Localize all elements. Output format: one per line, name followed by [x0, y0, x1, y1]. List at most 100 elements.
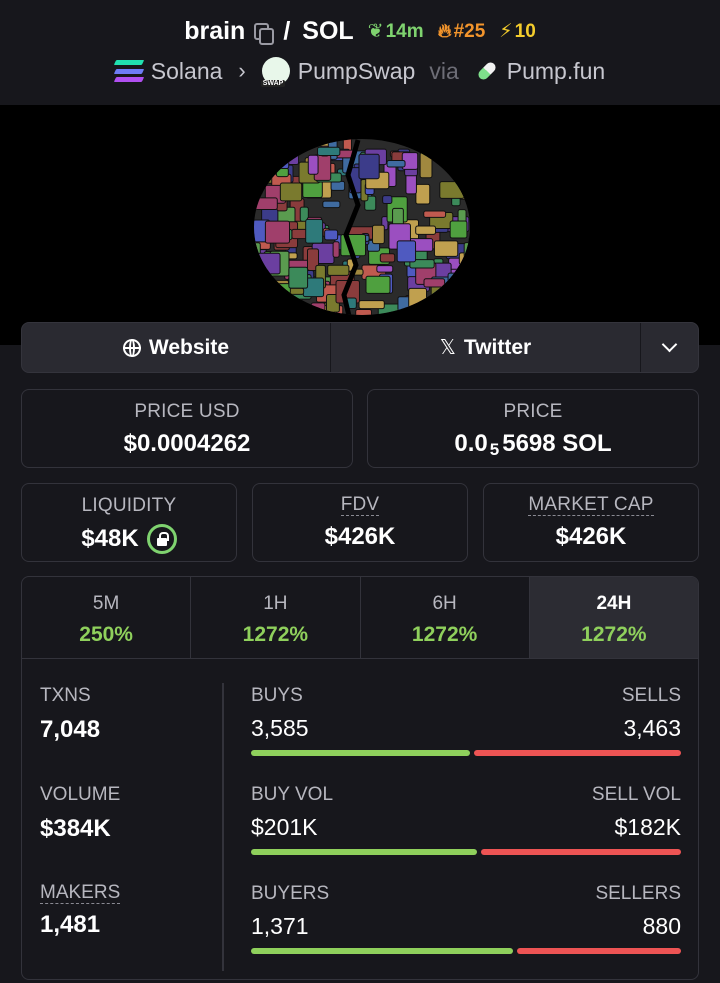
brain-mosaic-cell	[288, 317, 307, 320]
brain-mosaic-cell	[358, 300, 385, 310]
brain-mosaic-cell	[275, 167, 289, 178]
brain-mosaic-cell	[459, 270, 470, 289]
brain-mosaic-cell	[254, 288, 280, 304]
makers-value: 1,481	[40, 911, 101, 938]
brain-mosaic-cell	[423, 210, 447, 218]
brain-mosaic-cell	[427, 139, 438, 147]
brain-mosaic-cell	[330, 180, 346, 191]
market-cap-value: $426K	[555, 523, 627, 550]
brain-mosaic-cell	[279, 182, 303, 202]
brain-mosaic-cell	[254, 290, 275, 301]
brain-mosaic-cell	[254, 176, 263, 196]
price-native-card: PRICE 0.0 5 5698 SOL	[367, 389, 699, 468]
boost-value: 10	[514, 20, 536, 42]
tab-6h[interactable]: 6H 1272%	[361, 577, 530, 658]
makers-label[interactable]: MAKERS	[40, 883, 121, 904]
rank-value: #25	[453, 20, 486, 42]
pair-title-row: brain / SOL ❦ 14m 🔥︎ #25 ⚡︎ 10	[0, 17, 720, 46]
metrics-section: TXNS 7,048 BUYS SELLS 3,585 3,463 VOLUME…	[22, 659, 698, 979]
sells-label: SELLS	[621, 685, 681, 706]
buy-vol-label: BUY VOL	[251, 784, 334, 805]
brain-mosaic-cell	[282, 302, 300, 315]
seedling-icon: ❦	[367, 21, 384, 42]
token-banner	[0, 105, 720, 345]
price-native-prefix: 0.0	[454, 430, 488, 457]
copy-icon[interactable]	[253, 22, 275, 45]
brain-mosaic-cell	[332, 241, 340, 258]
buys-value: 3,585	[251, 715, 309, 741]
lock-icon[interactable]	[146, 524, 177, 554]
chain-link[interactable]: Solana	[151, 58, 223, 85]
tab-label: 24H	[596, 593, 632, 614]
price-native-value: 0.0 5 5698 SOL	[454, 430, 611, 459]
brain-mosaic-cell	[447, 272, 469, 287]
fdv-label[interactable]: FDV	[340, 495, 380, 516]
sell-vol-label: SELL VOL	[591, 784, 681, 805]
tab-label: 6H	[432, 593, 457, 614]
brain-mosaic-cell	[436, 290, 444, 309]
tab-24h[interactable]: 24H 1272%	[529, 577, 698, 658]
brain-mosaic-cell	[267, 305, 282, 315]
boost-badge[interactable]: ⚡︎ 10	[499, 20, 535, 43]
token-symbol: brain	[184, 17, 246, 45]
lightning-icon: ⚡︎	[499, 21, 513, 42]
brain-mosaic-cell	[472, 223, 475, 234]
buys-sells-ratio-bar	[251, 750, 681, 756]
tab-change-value: 1272%	[581, 623, 647, 646]
twitter-button[interactable]: 𝕏 Twitter	[331, 323, 641, 372]
brain-mosaic-cell	[381, 312, 392, 315]
brain-mosaic-cell	[447, 158, 459, 167]
pair-source-row: Solana › PumpSwap via Pump.fun	[0, 57, 720, 87]
launchpad-link[interactable]: Pump.fun	[507, 58, 605, 85]
dex-link[interactable]: PumpSwap	[298, 58, 416, 85]
buys-bar	[251, 750, 470, 756]
fdv-value: $426K	[324, 523, 396, 550]
volume-value: $384K	[40, 815, 111, 842]
brain-mosaic-cell	[281, 139, 294, 159]
brain-mosaic-cell	[317, 146, 341, 156]
globe-icon	[122, 338, 141, 357]
brain-mosaic-cell	[254, 242, 261, 258]
txns-metric: TXNS 7,048	[40, 685, 100, 744]
trending-rank-badge[interactable]: 🔥︎ #25	[438, 21, 486, 43]
brain-mosaic-cell	[254, 272, 262, 283]
brain-mosaic-cell	[322, 200, 341, 209]
buyers-bar	[251, 948, 513, 954]
txns-value: 7,048	[40, 716, 101, 743]
price-usd-card: PRICE USD $0.0004262	[21, 389, 353, 468]
brain-mosaic-cell	[408, 287, 427, 311]
sell-vol-bar	[480, 849, 681, 855]
social-links-bar: Website 𝕏 Twitter	[21, 322, 699, 373]
fdv-card: FDV $426K	[252, 483, 468, 562]
tab-1h[interactable]: 1H 1272%	[191, 577, 361, 658]
via-label: via	[429, 57, 459, 84]
buyers-ratio-bar	[251, 948, 681, 954]
brain-mosaic-cell	[473, 253, 475, 270]
website-button[interactable]: Website	[22, 323, 331, 372]
brain-mosaic-cell	[415, 183, 431, 205]
tab-label: 1H	[263, 593, 288, 614]
tab-5m[interactable]: 5M 250%	[22, 577, 192, 658]
brain-mosaic-cell	[305, 218, 324, 244]
brain-mosaic-cell	[300, 317, 311, 320]
sells-value: 3,463	[623, 715, 681, 741]
more-links-button[interactable]	[641, 323, 698, 372]
website-label: Website	[148, 335, 230, 359]
tab-label: 5M	[92, 593, 120, 614]
brain-mosaic-cell	[433, 240, 459, 257]
twitter-label: Twitter	[463, 335, 532, 359]
price-usd-label: PRICE USD	[134, 401, 240, 422]
brain-mosaic-cell	[449, 220, 468, 239]
brain-mosaic-cell	[458, 252, 470, 265]
brain-mosaic-cell	[460, 180, 468, 188]
brain-mosaic-cell	[449, 309, 461, 315]
pair-header: brain / SOL ❦ 14m 🔥︎ #25 ⚡︎ 10 Solana › …	[0, 0, 720, 105]
brain-mosaic-cell	[423, 278, 446, 288]
brain-mosaic-cell	[310, 302, 326, 315]
brain-mosaic-cell	[264, 157, 277, 175]
market-cap-label[interactable]: MARKET CAP	[528, 495, 654, 516]
brain-mosaic-cell	[440, 139, 451, 162]
buyers-sellers-metric: BUYERS SELLERS 1,371 880	[251, 883, 681, 954]
brain-mosaic-cell	[276, 300, 295, 315]
brain-mosaic-cell	[272, 296, 290, 308]
